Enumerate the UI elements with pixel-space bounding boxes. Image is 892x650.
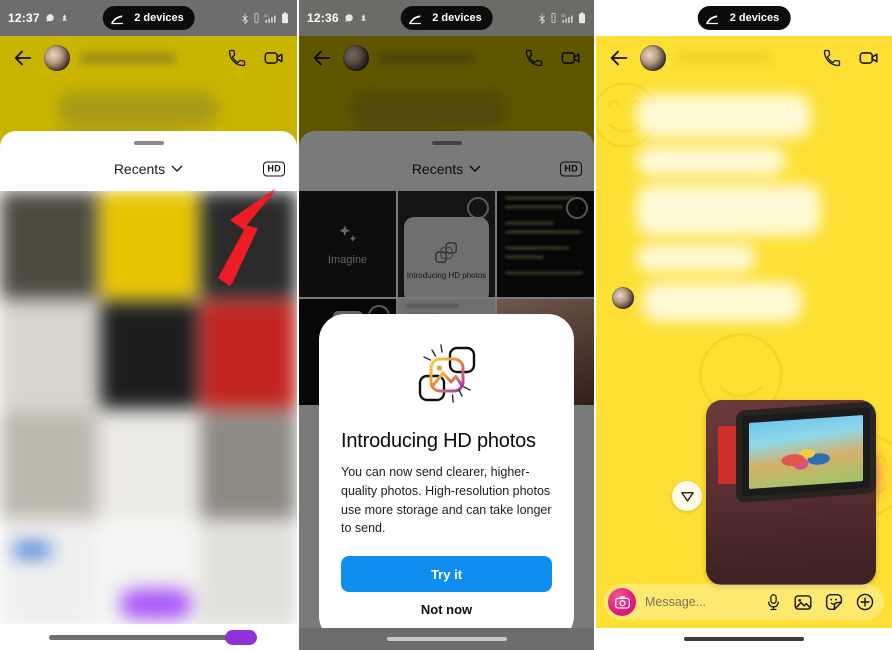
back-arrow-icon[interactable] [12,47,34,69]
sent-photo-attachment[interactable] [706,400,876,585]
panel-gallery-hd-toggle: 12:37 2 devices 5G Recents HD [0,0,297,650]
gallery-icon[interactable] [794,594,812,611]
not-now-button[interactable]: Not now [341,592,552,626]
gesture-bar-2 [299,628,594,650]
gesture-line[interactable] [386,637,507,641]
screenshot-scrubber[interactable] [0,624,297,650]
chat-header [0,36,297,80]
video-call-icon[interactable] [858,47,880,69]
message-composer[interactable]: Message... [604,584,884,620]
panel-chat-hd-sent: 2 devices Message... [594,0,892,650]
svg-text:5G: 5G [561,14,566,18]
composer-actions [766,593,874,611]
gallery-grid[interactable] [0,191,297,650]
signal-icon: 5G [561,14,573,23]
recents-label: Recents [113,161,166,177]
recents-dropdown[interactable]: Recents [114,161,183,177]
photo-screen [742,407,870,497]
bluetooth-icon [539,13,546,24]
gesture-bar-3 [596,628,892,650]
cast-icon [408,14,421,24]
cast-devices-pill[interactable]: 2 devices [400,6,493,30]
chat-icon [344,14,353,22]
cast-icon [110,14,123,24]
battery-icon [579,12,585,24]
scrubber-track[interactable] [48,629,257,645]
phone-icon[interactable] [822,48,842,68]
dialog-body: You can now send clearer, higher-quality… [341,465,552,536]
dialog-icon-wrap [341,338,552,412]
avatar[interactable] [44,45,70,71]
try-it-button[interactable]: Try it [341,556,552,592]
battery-icon [282,12,288,24]
status-bar-2: 12:36 2 devices 5G [299,0,594,36]
hd-photos-dialog: Introducing HD photos You can now send c… [319,314,574,642]
contact-name [676,52,772,64]
sheet-header: Recents HD [0,145,297,193]
contact-name [80,52,176,64]
status-time: 12:36 [307,11,339,25]
cast-devices-label: 2 devices [729,12,780,24]
chevron-down-icon [171,165,183,172]
phone-icon[interactable] [227,48,247,68]
dialog-title: Introducing HD photos [341,430,536,452]
notification-icon [360,14,366,21]
chat-icon [45,14,54,22]
status-right: 5G [241,12,289,24]
gallery-blurred-content [0,191,297,650]
header-actions [227,47,285,69]
status-bar-3: 2 devices [596,0,892,36]
cast-icon [705,14,718,24]
chat-header-3 [596,36,892,80]
three-panel-screenshot: 12:37 2 devices 5G Recents HD 12:36 2 de… [0,0,892,650]
status-right: 5G [538,12,586,24]
notification-icon [61,14,67,21]
status-left: 12:36 [307,11,391,25]
message-input[interactable]: Message... [645,595,757,609]
camera-icon [614,595,630,609]
vibrate-icon [551,13,556,23]
cast-devices-pill[interactable]: 2 devices [697,6,791,30]
send-button[interactable] [672,481,702,511]
scrubber-knob[interactable] [224,629,257,645]
svg-text:5G: 5G [264,14,269,18]
send-icon [680,491,694,501]
gesture-line[interactable] [684,637,804,641]
hd-photo-icon [418,344,475,403]
plus-icon[interactable] [856,593,874,611]
vibrate-icon [254,13,259,23]
cast-devices-pill[interactable]: 2 devices [102,6,195,30]
cast-devices-label: 2 devices [134,12,184,24]
camera-button[interactable] [608,588,636,616]
signal-icon: 5G [264,14,276,23]
panel-hd-photos-dialog: 12:36 2 devices 5G Introducing HD photos… [297,0,594,650]
bluetooth-icon [242,13,249,24]
status-bar: 12:37 2 devices 5G [0,0,297,36]
back-arrow-icon[interactable] [608,47,630,69]
status-left: 12:37 [8,11,92,25]
header-actions [822,47,880,69]
sticker-icon[interactable] [825,593,843,611]
cast-devices-label: 2 devices [432,12,482,24]
status-time: 12:37 [8,11,40,25]
mic-icon[interactable] [766,593,781,611]
avatar[interactable] [640,45,666,71]
media-picker-sheet: Recents HD [0,131,297,650]
inline-avatar [612,287,634,309]
video-call-icon[interactable] [263,47,285,69]
hd-badge-button[interactable]: HD [263,161,285,177]
